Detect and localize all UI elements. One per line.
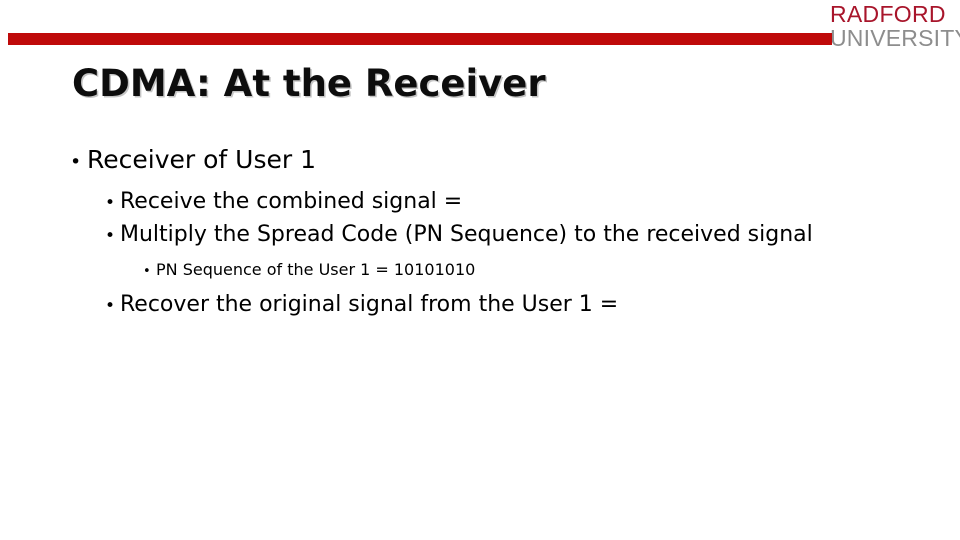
bullet-item-level2: • Receive the combined signal = bbox=[0, 186, 960, 219]
bullet-label: Multiply the Spread Code (PN Sequence) t… bbox=[120, 222, 813, 247]
bullet-item-level2: • Recover the original signal from the U… bbox=[0, 289, 960, 322]
page-title: CDMA: At the Receiver bbox=[72, 62, 546, 105]
bullet-label: PN Sequence of the User 1 = 10101010 bbox=[156, 260, 476, 279]
bullet-marker-icon: • bbox=[105, 226, 116, 246]
logo-university-text: UNIVERSITY bbox=[830, 25, 960, 51]
bullet-label: Receive the combined signal = bbox=[120, 189, 463, 214]
header-accent-bar bbox=[8, 33, 832, 45]
bullet-item-level1: • Receiver of User 1 bbox=[0, 142, 960, 180]
bullet-item-level2: • Multiply the Spread Code (PN Sequence)… bbox=[0, 219, 960, 252]
bullet-marker-icon: • bbox=[143, 264, 151, 279]
bullet-marker-icon: • bbox=[105, 193, 116, 213]
bullet-label: Receiver of User 1 bbox=[87, 145, 316, 174]
bullet-marker-icon: • bbox=[70, 151, 82, 173]
bullet-label: Recover the original signal from the Use… bbox=[120, 292, 619, 317]
slide-body: • Receiver of User 1 • Receive the combi… bbox=[0, 142, 960, 322]
logo-radford-text: RADFORD bbox=[830, 1, 946, 27]
bullet-item-level3: • PN Sequence of the User 1 = 10101010 bbox=[0, 256, 960, 285]
radford-university-logo: RADFORD UNIVERSITY bbox=[830, 1, 960, 51]
slide-canvas: RADFORD UNIVERSITY CDMA: At the Receiver… bbox=[0, 0, 960, 540]
bullet-marker-icon: • bbox=[105, 296, 116, 316]
